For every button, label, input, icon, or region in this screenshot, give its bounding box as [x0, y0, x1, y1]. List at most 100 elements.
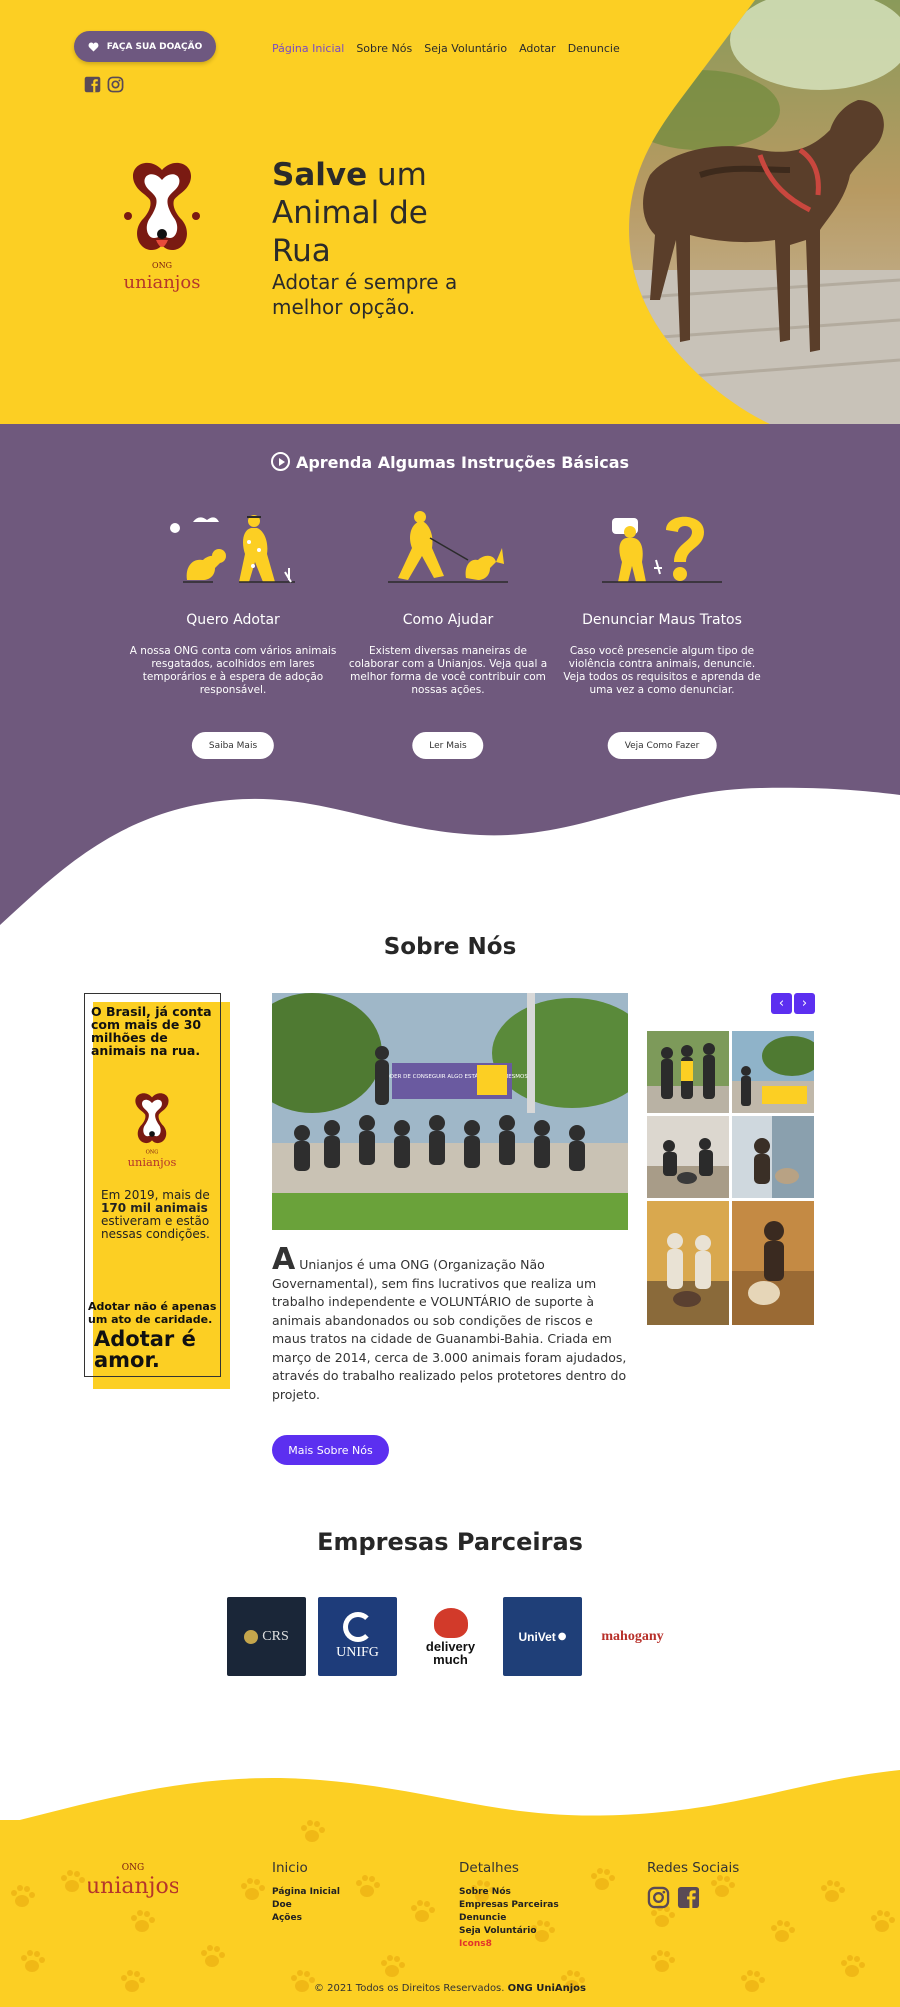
hero-section: FAÇA SUA DOAÇÃO Página Inicial Sobre Nós…	[0, 0, 900, 424]
footer-link-icons8[interactable]: Icons8	[459, 1938, 559, 1951]
footer-section	[0, 1820, 900, 2007]
partner-crs-logo[interactable]: CRS	[227, 1597, 306, 1676]
chef-hat-icon	[433, 1607, 468, 1638]
more-about-button[interactable]: Mais Sobre Nós	[272, 1435, 389, 1465]
about-dropcap: A	[272, 1242, 296, 1277]
crs-emblem-icon	[244, 1629, 259, 1644]
footer-link-volunteer[interactable]: Seja Voluntário	[459, 1925, 559, 1938]
footer-wave-divider	[0, 1770, 900, 1830]
nav-item-adopt[interactable]: Adotar	[519, 42, 556, 55]
unianjos-logo[interactable]: ONG unianjos	[120, 158, 204, 298]
footer-col-inicio: Inicio Página Inicial Doe Ações	[272, 1860, 340, 1925]
card-report-title: Denunciar Maus Tratos	[582, 612, 742, 628]
gallery-prev-button[interactable]: ‹	[771, 993, 792, 1014]
gallery-photo-1[interactable]	[647, 1031, 729, 1113]
footer-col-social: Redes Sociais	[647, 1860, 739, 1909]
header-social-links	[84, 76, 124, 93]
poster-slogan: Adotar é amor.	[94, 1327, 196, 1372]
footer-link-report[interactable]: Denuncie	[459, 1912, 559, 1925]
poster-logo: ONG unianjos	[128, 1093, 176, 1169]
instagram-icon[interactable]	[647, 1886, 670, 1909]
poster-tagline: Adotar não é apenas um ato de caridade.	[88, 1300, 217, 1326]
nav-item-report[interactable]: Denuncie	[568, 42, 620, 55]
copyright-text: © 2021 Todos os Direitos Reservados. ONG…	[0, 1983, 900, 1994]
gallery-photo-2[interactable]	[732, 1031, 814, 1113]
nav-item-about[interactable]: Sobre Nós	[356, 42, 412, 55]
gallery-next-button[interactable]: ›	[794, 993, 815, 1014]
footer-col-detalhes: Detalhes Sobre Nós Empresas Parceiras De…	[459, 1860, 559, 1951]
facebook-icon[interactable]	[84, 76, 101, 93]
heart-icon	[88, 41, 99, 52]
copyright-brand: ONG UniAnjos	[507, 1983, 586, 1994]
read-more-button[interactable]: Ler Mais	[412, 732, 484, 759]
footer-link-actions[interactable]: Ações	[272, 1912, 340, 1925]
partners-title: Empresas Parceiras	[317, 1528, 583, 1556]
footer-col-social-title: Redes Sociais	[647, 1860, 740, 1876]
adopt-illustration-icon	[170, 515, 295, 583]
footer-link-donate[interactable]: Doe	[272, 1899, 340, 1912]
learn-more-button[interactable]: Saiba Mais	[191, 732, 275, 759]
report-illustration-icon	[602, 516, 722, 583]
gallery-photo-4[interactable]	[732, 1116, 814, 1198]
instagram-icon[interactable]	[107, 76, 124, 93]
partner-crs-name: CRS	[262, 1628, 289, 1644]
card-help-text: Existem diversas maneiras de colaborar c…	[348, 645, 548, 696]
footer-logo-name: unianjos	[88, 1874, 178, 1899]
card-help-title: Como Ajudar	[402, 612, 494, 628]
donate-button[interactable]: FAÇA SUA DOAÇÃO	[74, 31, 216, 62]
section-wave-divider	[0, 787, 900, 930]
partner-mahogany-logo[interactable]: mahogany	[593, 1597, 672, 1676]
play-circle-icon	[270, 452, 290, 471]
poster-headline: O Brasil, já conta com mais de 30 milhõe…	[91, 1004, 212, 1058]
card-help: Como Ajudar Existem diversas maneiras de…	[343, 508, 553, 759]
footer-col-inicio-title: Inicio	[272, 1860, 308, 1876]
instructions-title-text: Aprenda Algumas Instruções Básicas	[295, 453, 630, 472]
poster-stats-bold: 170 mil animais	[101, 1201, 208, 1215]
partner-unifg-logo[interactable]: UNIFG	[318, 1597, 397, 1676]
hero-subtitle: Adotar é sempre a melhor opção.	[272, 270, 458, 319]
see-how-button[interactable]: Veja Como Fazer	[607, 732, 717, 759]
partner-delivery-much-name: delivery much	[425, 1638, 476, 1667]
poster-stats-post: estiveram e estão nessas condições.	[101, 1214, 210, 1241]
donate-label: FAÇA SUA DOAÇÃO	[106, 41, 203, 52]
help-illustration-icon	[388, 511, 508, 583]
footer-logo-ong: ONG	[122, 1863, 144, 1873]
partner-unifg-name: UNIFG	[336, 1645, 379, 1660]
card-report: Denunciar Maus Tratos Caso você presenci…	[557, 508, 767, 759]
footer-link-about[interactable]: Sobre Nós	[459, 1886, 559, 1899]
partner-mahogany-name: mahogany	[601, 1628, 664, 1644]
poster-logo-name: unianjos	[128, 1155, 176, 1169]
about-description: A Unianjos é uma ONG (Organização Não Go…	[272, 1245, 628, 1404]
partner-univet-name: UniVet	[518, 1629, 556, 1644]
footer-col-detalhes-title: Detalhes	[459, 1860, 519, 1876]
logo-name-text: unianjos	[124, 272, 201, 293]
card-adopt: Quero Adotar A nossa ONG conta com vário…	[128, 508, 338, 759]
card-adopt-title: Quero Adotar	[186, 612, 280, 628]
about-poster: O Brasil, já conta com mais de 30 milhõe…	[84, 993, 230, 1389]
hero-title-bold: Salve	[272, 157, 368, 193]
footer-link-partners[interactable]: Empresas Parceiras	[459, 1899, 559, 1912]
about-title: Sobre Nós	[383, 934, 517, 960]
poster-stats-pre: Em 2019, mais de	[101, 1188, 210, 1202]
paw-pattern-background	[11, 1820, 895, 1992]
gallery-photo-3[interactable]	[647, 1116, 729, 1198]
nav-item-home[interactable]: Página Inicial	[272, 42, 344, 55]
unifg-g-icon	[342, 1612, 373, 1642]
hero-title: Salve um Animal de Rua	[272, 156, 472, 270]
footer-logo[interactable]: ONG unianjos	[88, 1858, 178, 1900]
nav-item-volunteer[interactable]: Seja Voluntário	[424, 42, 507, 55]
main-nav: Página Inicial Sobre Nós Seja Voluntário…	[272, 42, 620, 55]
about-description-text: Unianjos é uma ONG (Organização Não Gove…	[272, 1257, 627, 1402]
footer-link-home[interactable]: Página Inicial	[272, 1886, 340, 1899]
gallery-photo-5[interactable]	[647, 1201, 729, 1325]
card-report-text: Caso você presencie algum tipo de violên…	[563, 645, 761, 696]
volunteers-group-photo: O PODER DE CONSEGUIR ALGO ESTÁ EM NÓS ME…	[272, 993, 628, 1230]
logo-ong-text: ONG	[152, 261, 172, 270]
partner-delivery-much-logo[interactable]: delivery much	[411, 1597, 490, 1676]
gallery-photo-6[interactable]	[732, 1201, 814, 1325]
facebook-icon[interactable]	[677, 1886, 700, 1909]
partner-univet-logo[interactable]: UniVet ●	[503, 1597, 582, 1676]
instructions-title: Aprenda Algumas Instruções Básicas	[0, 452, 900, 472]
poster-stats: Em 2019, mais de 170 mil animais estiver…	[101, 1189, 221, 1241]
copyright-notice: © 2021 Todos os Direitos Reservados.	[314, 1983, 505, 1994]
